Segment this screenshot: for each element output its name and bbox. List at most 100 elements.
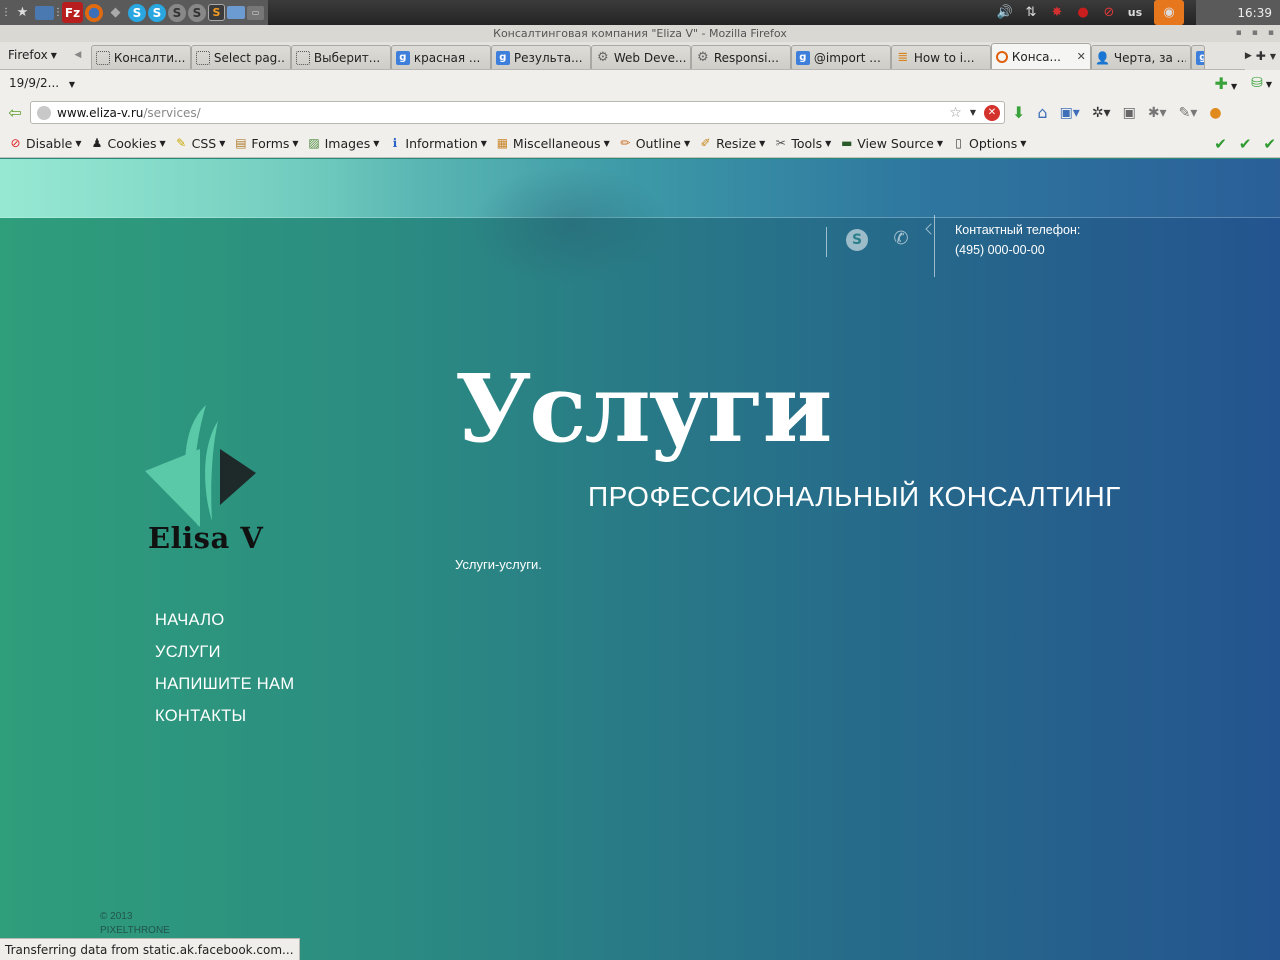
history-item-label: 19/9/2... (9, 76, 60, 90)
firefox-menu-button[interactable]: Firefox ▼ (0, 43, 65, 67)
wd-menu-miscellaneous[interactable]: ▦ Miscellaneous ▼ (491, 131, 614, 155)
options-icon: ▯ (955, 136, 962, 150)
tab-overflow-partial[interactable]: g (1190, 45, 1205, 69)
bookmark-star-icon[interactable]: ☆ (949, 105, 962, 121)
stop-icon[interactable]: ✕ (984, 104, 1000, 121)
wd-menu-options[interactable]: ▯ Options ▼ (947, 131, 1030, 155)
tab-scroll-right-icon[interactable]: ▶ (1245, 51, 1252, 61)
wd-menu-images[interactable]: ▨ Images ▼ (303, 131, 384, 155)
tab-label: Выберит... (313, 50, 381, 65)
tab-2[interactable]: Выберит... (290, 45, 391, 69)
nav-link-2[interactable]: НАПИШИТЕ НАМ (155, 673, 294, 705)
wd-menu-view-source[interactable]: ▬ View Source ▼ (835, 131, 947, 155)
loading-ring-icon (995, 50, 1008, 63)
history-dropdown[interactable]: 19/9/2... ▼ (0, 76, 75, 90)
steam-2-icon[interactable]: S (188, 3, 206, 22)
nav-link-0[interactable]: НАЧАЛО (155, 609, 294, 641)
downloads-menu-button[interactable]: ⛁ ▼ (1251, 75, 1272, 91)
cherry-icon[interactable]: ● (1070, 0, 1096, 25)
favorites-star-icon[interactable]: ★ (12, 2, 33, 23)
url-domain: www.eliza-v.ru (57, 105, 144, 120)
wd-menu-label: Information (405, 135, 478, 151)
nav-link-1[interactable]: УСЛУГИ (155, 641, 294, 673)
alert-burst-icon[interactable]: ✸ (1044, 0, 1070, 25)
tab-3[interactable]: g красная ... (390, 45, 491, 69)
maximize-icon[interactable]: ▪ (1252, 25, 1258, 42)
tab-8[interactable]: ≣ How to i... (890, 45, 991, 69)
firebug-icon[interactable]: ✱▾ (1148, 105, 1167, 121)
chevron-down-icon: ▼ (603, 138, 610, 148)
google-icon: g (395, 50, 410, 65)
chevron-down-icon: ▼ (159, 138, 166, 148)
url-history-dropdown-icon[interactable]: ▼ (970, 108, 976, 117)
wd-menu-disable[interactable]: ⊘ Disable ▼ (4, 131, 86, 155)
tab-9[interactable]: Конса... ✕ (990, 43, 1091, 69)
phone-icon[interactable]: ✆ (890, 227, 912, 249)
panel-menu-icon[interactable]: ⋮ (1, 2, 11, 23)
folder-icon[interactable] (227, 6, 245, 19)
new-tab-icon[interactable]: ✚ (1256, 49, 1266, 63)
logo-text[interactable]: Elisa V (148, 521, 263, 555)
sublime-text-icon[interactable]: S (208, 4, 225, 21)
terminal-icon[interactable]: ▭ (247, 5, 264, 20)
keyboard-layout[interactable]: us (1122, 0, 1148, 25)
volume-icon[interactable]: 🔊 (992, 0, 1018, 25)
tab-strip: Firefox ▼ ◀ Консалти... Select pag... Выбе… (0, 42, 1280, 70)
download-arrow-icon[interactable]: ⬇ (1012, 103, 1025, 122)
wd-menu-tools[interactable]: ✂ Tools ▼ (769, 131, 835, 155)
tab-1[interactable]: Select pag... (190, 45, 291, 69)
tab-6[interactable]: ⚙ Responsi... (690, 45, 791, 69)
wd-menu-cookies[interactable]: ♟ Cookies ▼ (86, 131, 170, 155)
url-text[interactable]: www.eliza-v.ru/services/ (57, 106, 201, 120)
forms-icon: ▤ (235, 136, 247, 150)
navigation-row: ⇦ www.eliza-v.ru/services/ ☆ ▼ ✕ ⬇ ⌂ ▣▾ … (0, 96, 1280, 129)
steam-icon[interactable]: S (168, 3, 186, 22)
chevron-down-icon: ▼ (936, 138, 944, 148)
clock[interactable]: 16:39 (1196, 0, 1280, 25)
filezilla-icon[interactable]: Fz (62, 2, 83, 23)
site-identity-icon[interactable] (37, 105, 51, 120)
css-valid-check-icon[interactable]: ✔ (1214, 135, 1227, 153)
js-valid-check-icon[interactable]: ✔ (1239, 135, 1252, 153)
wd-menu-label: CSS (191, 135, 217, 151)
minimize-icon[interactable]: ▪ (1236, 25, 1242, 42)
tab-scroll-left-icon[interactable]: ◀ (65, 43, 91, 67)
wd-menu-outline[interactable]: ✏ Outline ▼ (614, 131, 694, 155)
network-arrows-icon[interactable]: ⇅ (1018, 0, 1044, 25)
back-button[interactable]: ⇦ (2, 101, 28, 125)
user-icon[interactable]: ● (1209, 105, 1221, 121)
web-developer-toolbar: ⊘ Disable ▼ ♟ Cookies ▼ ✎ CSS ▼ ▤ Forms ▼ ▨ Images ▼ ℹ I… (0, 129, 1280, 158)
contact-label: Контактный телефон: (955, 223, 1081, 237)
wd-menu-css[interactable]: ✎ CSS ▼ (170, 131, 230, 155)
dropper-icon[interactable]: ✎▾ (1179, 105, 1198, 121)
skype-icon[interactable]: S (846, 229, 868, 251)
tab-list-icon[interactable]: ▼ (1270, 52, 1276, 61)
tab-5[interactable]: ⚙ Web Deve... (590, 45, 691, 69)
url-bar[interactable]: www.eliza-v.ru/services/ ☆ ▼ ✕ (30, 101, 1005, 124)
wd-menu-information[interactable]: ℹ Information ▼ (383, 131, 491, 155)
contact-phone[interactable]: (495) 000-00-00 (955, 243, 1045, 257)
wd-menu-forms[interactable]: ▤ Forms ▼ (229, 131, 302, 155)
skype-launcher-2-icon[interactable]: S (148, 3, 166, 22)
nav-link-3[interactable]: КОНТАКТЫ (155, 705, 294, 737)
footer-name[interactable]: PIXELTHRONE (100, 924, 170, 938)
html-valid-check-icon[interactable]: ✔ (1263, 135, 1276, 153)
sync-icon[interactable]: ⊘ (1096, 0, 1122, 25)
firefox-icon[interactable] (85, 3, 103, 22)
network-tool-icon[interactable]: ◆ (105, 2, 126, 23)
tab-0[interactable]: Консалти... (90, 45, 191, 69)
home-icon[interactable]: ⌂ (1037, 103, 1047, 122)
bookmarks-menu-icon[interactable]: ▣▾ (1060, 105, 1080, 121)
desktop-icon[interactable] (35, 5, 54, 20)
firefox-tray-icon[interactable]: ◉ (1154, 0, 1184, 25)
addon-gear-icon[interactable]: ✲▾ (1092, 105, 1111, 121)
add-bookmark-button[interactable]: ✚ ▼ (1215, 74, 1238, 93)
tab-10[interactable]: 👤 Черта, за ... (1090, 45, 1191, 69)
close-window-icon[interactable]: ▪ (1268, 25, 1274, 42)
screenshot-icon[interactable]: ▣ (1123, 105, 1136, 121)
tab-4[interactable]: g Результа... (490, 45, 591, 69)
wd-menu-resize[interactable]: ✐ Resize ▼ (694, 131, 769, 155)
tab-7[interactable]: g @import ... (790, 45, 891, 69)
close-tab-icon[interactable]: ✕ (1077, 50, 1086, 63)
skype-launcher-icon[interactable]: S (128, 3, 146, 22)
